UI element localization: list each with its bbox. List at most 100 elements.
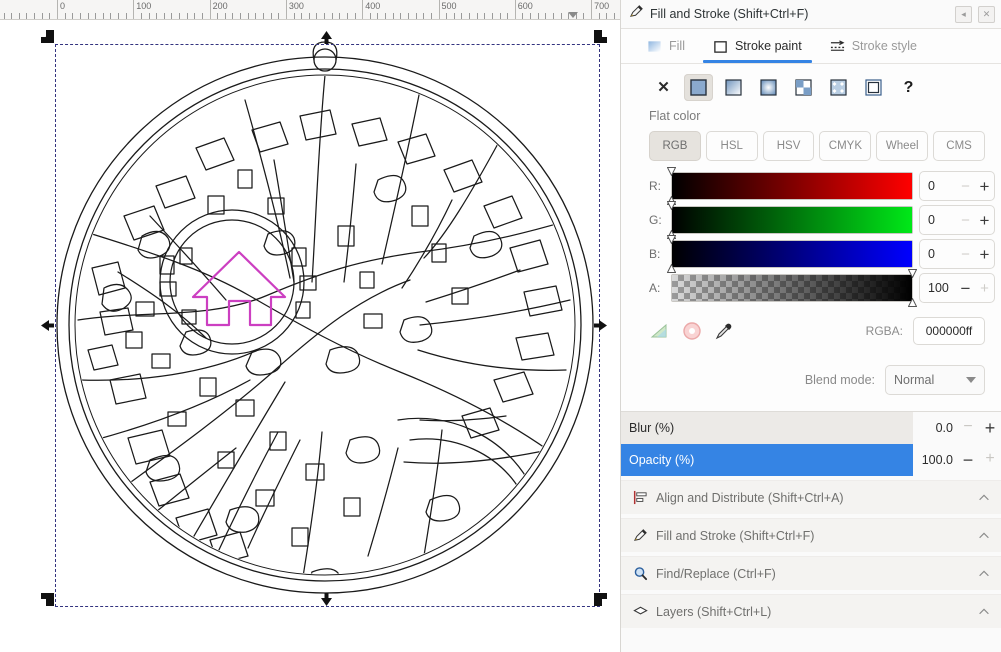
flat-color-icon — [690, 79, 707, 96]
close-icon[interactable]: ✕ — [978, 5, 995, 23]
paint-type-pattern[interactable] — [789, 74, 818, 101]
tab-fill[interactable]: Fill — [635, 29, 697, 63]
ruler-tick — [270, 13, 272, 19]
channel-label-g: G: — [649, 213, 662, 227]
channel-plus-a[interactable]: + — [975, 281, 994, 296]
paint-type-flat-color[interactable] — [684, 74, 713, 101]
channel-slider-r[interactable] — [667, 167, 913, 205]
scale-handle-top-right[interactable] — [593, 29, 608, 44]
opacity-value[interactable]: 100.0 — [913, 453, 957, 467]
channel-minus-g[interactable]: − — [956, 213, 975, 228]
color-managed-icon[interactable] — [681, 320, 703, 342]
scale-handle-bottom-center[interactable] — [319, 592, 334, 607]
scale-handle-bottom-left[interactable] — [40, 592, 55, 607]
ruler-tick — [49, 13, 51, 19]
paint-type-swatch[interactable] — [824, 74, 853, 101]
dock-section-find-replace[interactable]: Find/Replace (Ctrl+F) — [621, 556, 1001, 590]
ruler-tick — [613, 13, 615, 19]
ruler-major-tick — [133, 0, 135, 19]
paint-type-help[interactable]: ? — [894, 74, 923, 101]
channel-minus-b[interactable]: − — [956, 247, 975, 262]
drawing-canvas[interactable] — [0, 20, 620, 652]
color-mode-cmyk[interactable]: CMYK — [819, 131, 872, 161]
ruler-tick — [26, 13, 28, 19]
scale-handle-bottom-right[interactable] — [593, 592, 608, 607]
channel-slider-b[interactable] — [667, 235, 913, 273]
blur-slider[interactable]: Blur (%) — [621, 412, 913, 444]
horizontal-ruler[interactable]: 0 100 200 300 400 500 600 700 — [0, 0, 620, 20]
color-mode-hsl[interactable]: HSL — [705, 131, 758, 161]
opacity-minus-button[interactable]: − — [957, 450, 979, 471]
blur-plus-button[interactable]: + — [979, 418, 1001, 439]
slider-knob-top[interactable] — [908, 269, 917, 278]
paint-type-none[interactable]: ✕ — [649, 74, 678, 101]
color-mode-wheel[interactable]: Wheel — [876, 131, 929, 161]
channel-minus-r[interactable]: − — [956, 179, 975, 194]
channel-spin-r[interactable]: 0 − + — [919, 171, 995, 201]
slider-knob-bottom[interactable] — [908, 298, 917, 307]
slider-knob-top[interactable] — [667, 167, 676, 176]
channel-spin-a[interactable]: 100 − + — [919, 273, 995, 303]
blur-value[interactable]: 0.0 — [913, 421, 957, 435]
slider-knob-top[interactable] — [667, 201, 676, 210]
ruler-tick — [407, 13, 409, 19]
chevron-up-icon[interactable] — [977, 491, 991, 505]
slider-knob-top[interactable] — [667, 235, 676, 244]
scale-handle-middle-right[interactable] — [593, 318, 608, 333]
color-mode-hsv[interactable]: HSV — [762, 131, 815, 161]
blur-minus-button[interactable]: − — [957, 418, 979, 439]
color-mode-rgb[interactable]: RGB — [649, 131, 701, 161]
blend-mode-label: Blend mode: — [804, 373, 875, 387]
channel-minus-a[interactable]: − — [956, 280, 975, 297]
scale-handle-top-left[interactable] — [40, 29, 55, 44]
ruler-label: 200 — [212, 1, 228, 11]
paint-type-unknown[interactable] — [859, 74, 888, 101]
opacity-slider[interactable]: Opacity (%) — [621, 444, 913, 476]
channel-spin-g[interactable]: 0 − + — [919, 205, 995, 235]
rgba-input[interactable]: 000000ff — [913, 317, 985, 345]
tab-stroke-paint[interactable]: Stroke paint — [701, 29, 814, 63]
dock-section-align-distribute[interactable]: Align and Distribute (Shift+Ctrl+A) — [621, 480, 1001, 514]
channel-plus-b[interactable]: + — [975, 246, 994, 263]
blend-mode-row: Blend mode: Normal — [621, 359, 1001, 411]
chevron-up-icon[interactable] — [977, 529, 991, 543]
ruler-label: 0 — [60, 1, 66, 11]
slider-knob-bottom[interactable] — [667, 264, 676, 273]
ruler-tick — [102, 13, 104, 19]
ruler-tick — [469, 13, 471, 19]
chevron-up-icon[interactable] — [977, 605, 991, 619]
channel-plus-g[interactable]: + — [975, 212, 994, 229]
eyedropper-icon[interactable] — [713, 320, 735, 342]
chevron-up-icon[interactable] — [977, 567, 991, 581]
dock-left-icon[interactable]: ◂ — [955, 5, 972, 23]
blend-mode-select[interactable]: Normal — [885, 365, 985, 395]
scale-handle-middle-left[interactable] — [40, 318, 55, 333]
tab-stroke-style[interactable]: Stroke style — [818, 29, 929, 63]
ruler-tick — [41, 13, 43, 19]
opacity-plus-button[interactable]: + — [979, 450, 1001, 471]
channel-plus-r[interactable]: + — [975, 178, 994, 195]
canvas-area[interactable]: 0 100 200 300 400 500 600 700 — [0, 0, 620, 652]
ruler-tick — [598, 13, 600, 19]
swatch-icon — [830, 79, 847, 96]
scale-handle-top-center[interactable] — [319, 30, 334, 45]
layers-icon — [633, 606, 648, 615]
paint-type-linear-gradient[interactable] — [719, 74, 748, 101]
paint-type-radial-gradient[interactable] — [754, 74, 783, 101]
ruler-tick — [232, 13, 234, 19]
ruler-major-tick — [285, 0, 287, 19]
channel-spin-b[interactable]: 0 − + — [919, 239, 995, 269]
paint-type-label: Flat color — [649, 109, 701, 123]
ruler-tick — [263, 13, 264, 19]
fill-and-stroke-dock: Fill and Stroke (Shift+Ctrl+F) ◂ ✕ Fill — [620, 0, 1001, 652]
ruler-tick — [156, 13, 158, 19]
dock-section-fill-and-stroke[interactable]: Fill and Stroke (Shift+Ctrl+F) — [621, 518, 1001, 552]
channel-slider-a[interactable] — [671, 269, 917, 307]
color-gamut-icon[interactable] — [649, 320, 671, 342]
ruler-tick — [552, 13, 554, 19]
channel-slider-g[interactable] — [667, 201, 913, 239]
ruler-label: 100 — [136, 1, 152, 11]
ruler-tick — [217, 13, 219, 19]
color-mode-cms[interactable]: CMS — [933, 131, 985, 161]
dock-section-layers[interactable]: Layers (Shift+Ctrl+L) — [621, 594, 1001, 628]
